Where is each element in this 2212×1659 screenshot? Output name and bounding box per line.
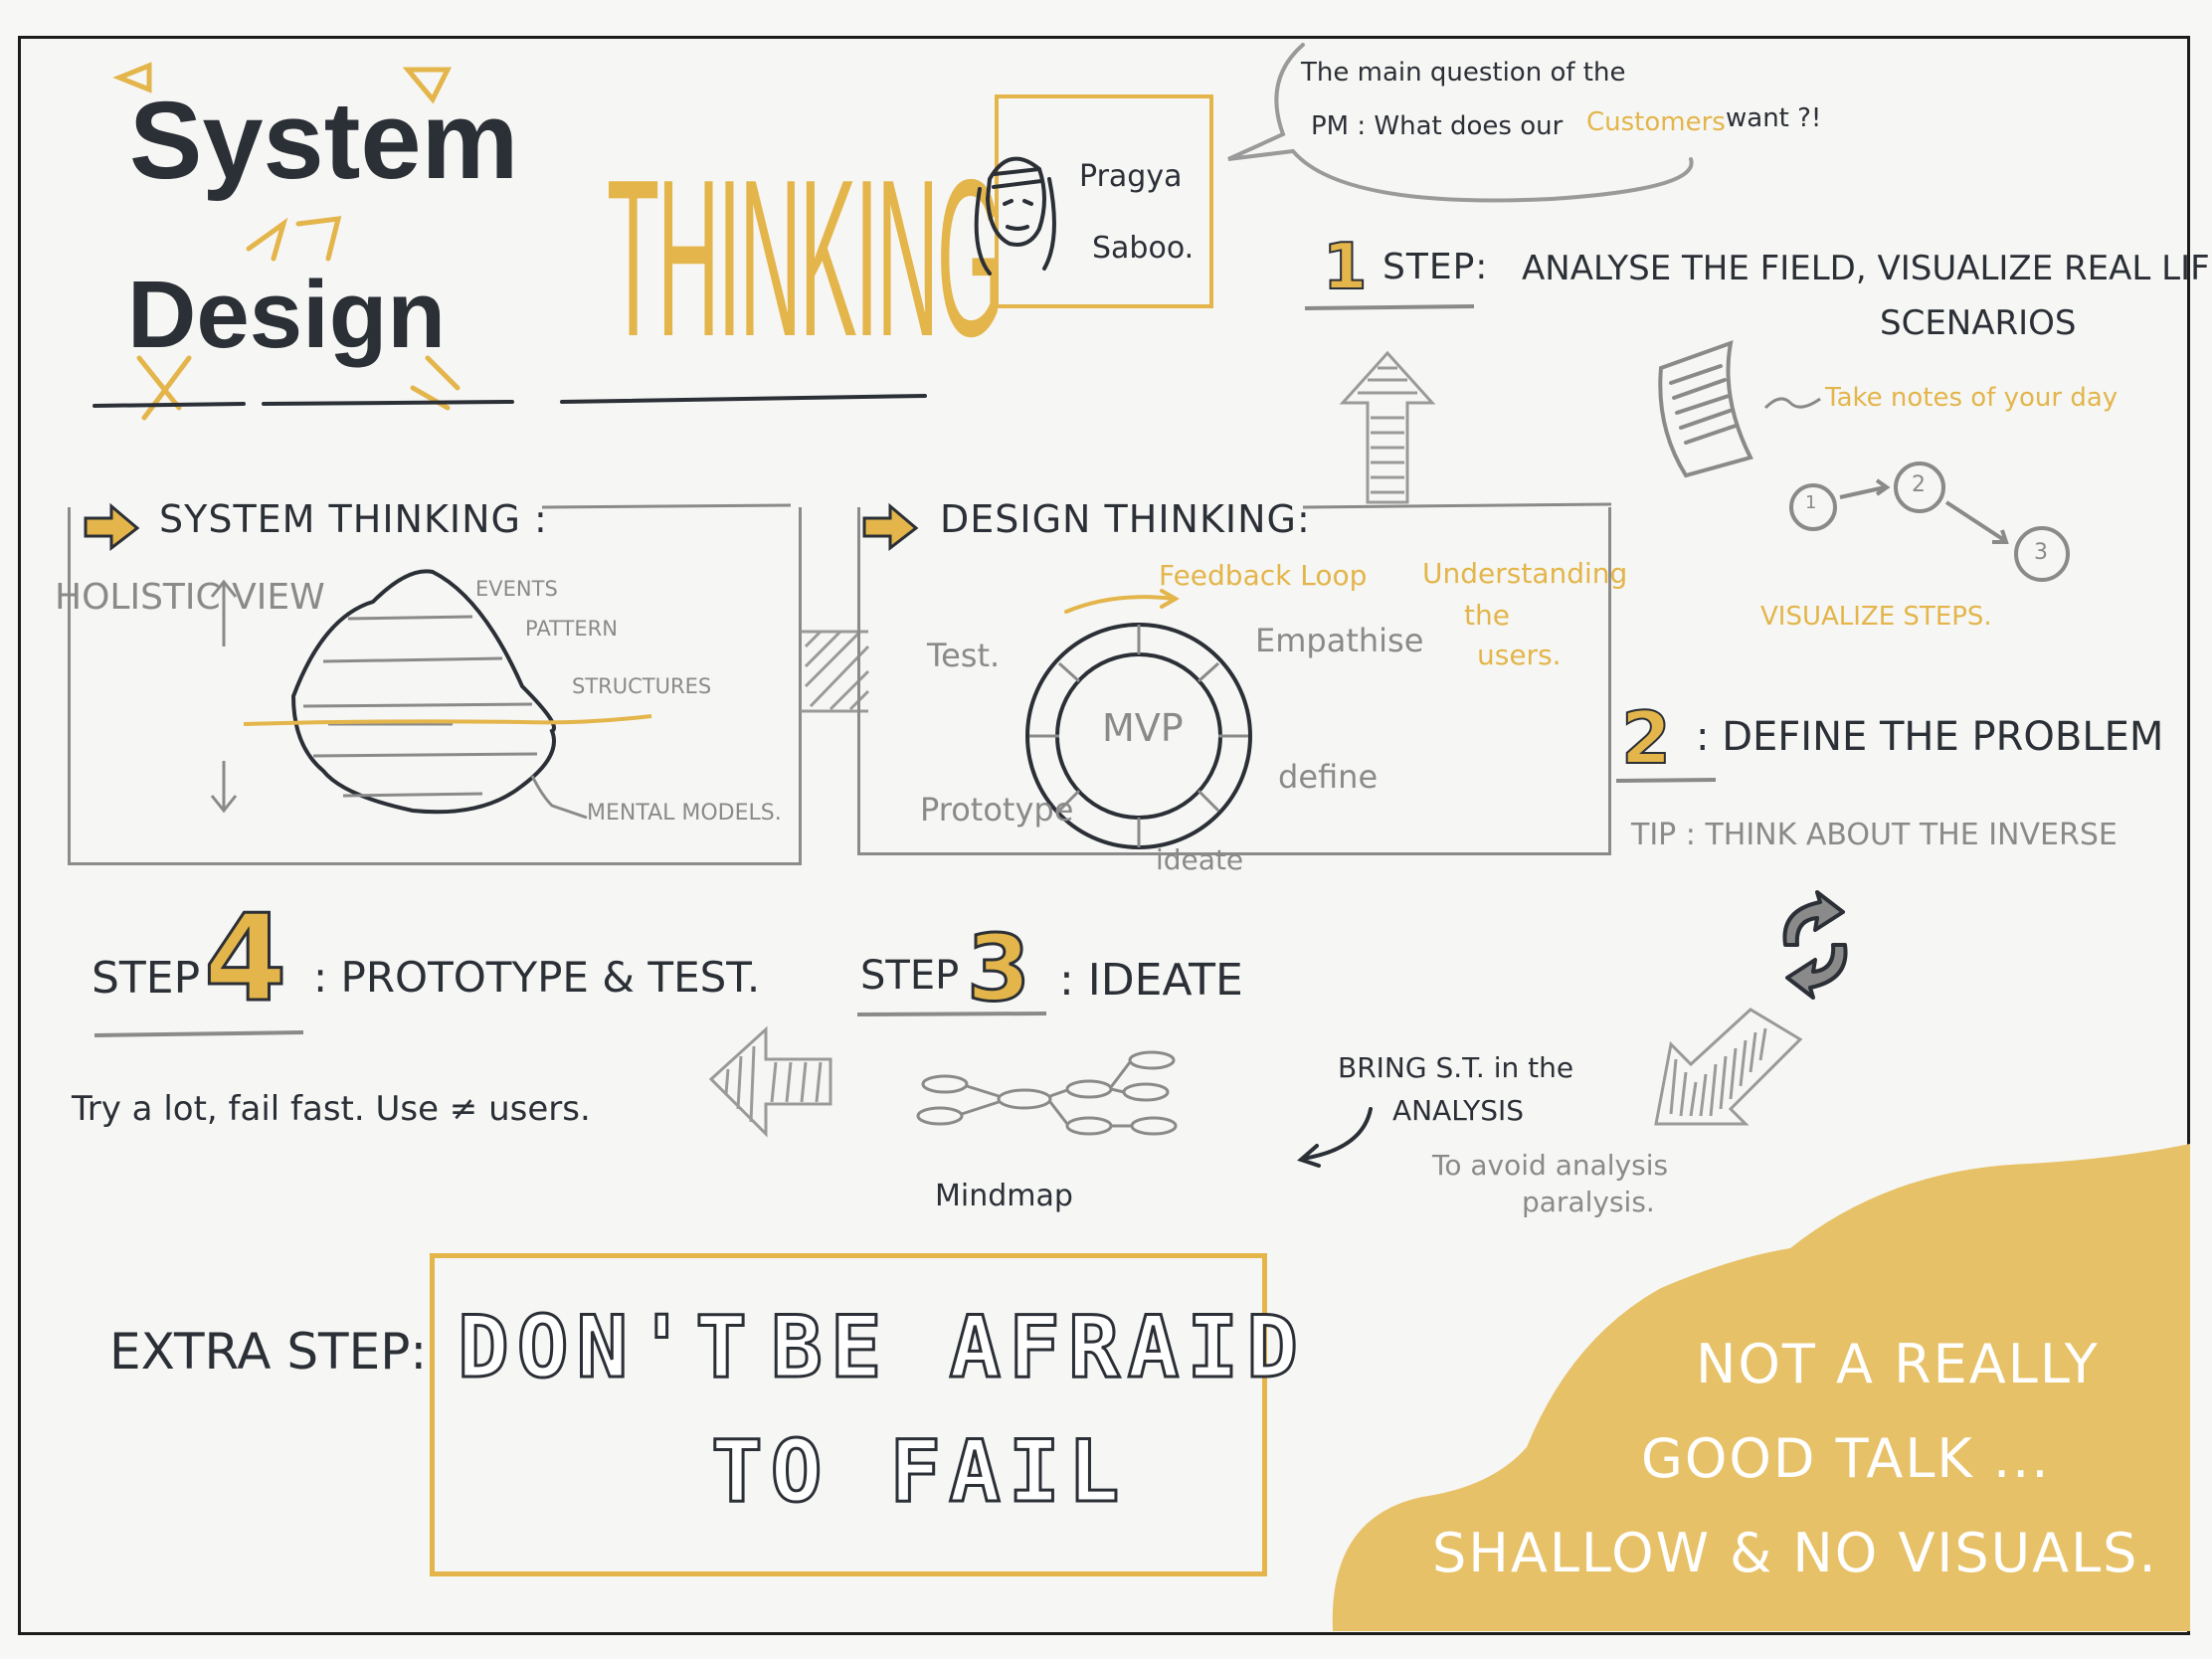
extra-line1-dont: DON'T xyxy=(457,1297,755,1399)
title-system: System xyxy=(129,80,519,202)
arrow-up-icon xyxy=(1339,350,1436,504)
title-thinking: THINKING xyxy=(607,132,1004,383)
step1-label: STEP: xyxy=(1382,247,1489,287)
understanding-the: the xyxy=(1464,599,1510,632)
feedback-loop-label: Feedback Loop xyxy=(1159,559,1368,592)
verdict-line3: SHALLOW & NO VISUALS. xyxy=(1432,1522,2158,1584)
step1-text-line1: ANALYSE THE FIELD, VISUALIZE REAL LIFE xyxy=(1522,249,2212,288)
step4-underline xyxy=(93,1030,304,1037)
verdict-line2: GOOD TALK ... xyxy=(1641,1427,2051,1490)
extra-step-label: EXTRA STEP: xyxy=(109,1323,428,1381)
step3-label: : IDEATE xyxy=(1059,955,1243,1006)
arrow-left-icon xyxy=(708,1025,832,1138)
flow-node-1: 1 xyxy=(1805,492,1817,513)
question-line1: The main question of the xyxy=(1301,58,1626,88)
refresh-cycle-icon xyxy=(1782,890,1848,1000)
question-line2-start: PM : What does our xyxy=(1311,111,1564,141)
mvp-center-label: MVP xyxy=(1102,706,1184,750)
step3-prefix: STEP xyxy=(860,953,960,999)
speaker-first-name: Pragya xyxy=(1079,159,1183,194)
title-underline xyxy=(92,394,927,408)
speaker-portrait-icon xyxy=(974,156,1056,276)
step4-number: 4 xyxy=(203,889,288,1030)
step4-prefix: STEP xyxy=(92,953,201,1004)
phase-test: Test. xyxy=(927,637,1001,674)
step2-label: : DEFINE THE PROBLEM xyxy=(1696,714,2164,760)
step3-number: 3 xyxy=(965,914,1031,1023)
flow-node-3: 3 xyxy=(2034,540,2048,565)
step2-tip: TIP : THINK ABOUT THE INVERSE xyxy=(1631,818,2118,852)
step1-visualize: VISUALIZE STEPS. xyxy=(1760,602,1992,632)
phase-empathise: Empathise xyxy=(1255,622,1424,659)
iceberg-pattern: PATTERN xyxy=(525,617,618,641)
step2-number: 2 xyxy=(1620,695,1672,781)
notes-squiggle xyxy=(1763,397,1821,410)
step1-underline xyxy=(1304,304,1475,310)
step1-text-line2: SCENARIOS xyxy=(1880,303,2077,343)
phase-ideate: ideate xyxy=(1156,843,1244,876)
flow-node-2: 2 xyxy=(1912,472,1926,497)
step4-text: Try a lot, fail fast. Use ≠ users. xyxy=(72,1089,591,1129)
step4-label: : PROTOTYPE & TEST. xyxy=(313,953,761,1002)
extra-line2: TO FAIL xyxy=(709,1421,1128,1524)
phase-prototype: Prototype xyxy=(920,791,1074,829)
notes-document-icon xyxy=(1658,339,1753,478)
question-customers: Customers xyxy=(1586,107,1726,137)
iceberg-events: EVENTS xyxy=(475,577,558,601)
step1-number: 1 xyxy=(1322,230,1369,305)
design-thinking-panel-top xyxy=(1302,502,1612,509)
steps-flow-diagram xyxy=(1789,461,2070,582)
arrow-down-left-icon xyxy=(1654,1008,1803,1126)
step1-notes: Take notes of your day xyxy=(1825,383,2119,413)
bring-st-line1: BRING S.T. in the xyxy=(1338,1051,1574,1084)
verdict-line1: NOT A REALLY xyxy=(1696,1333,2100,1395)
step3-underline xyxy=(856,1012,1047,1016)
understanding-users: users. xyxy=(1477,639,1562,671)
iceberg-structures: STRUCTURES xyxy=(572,674,712,698)
step2-underline xyxy=(1615,778,1717,783)
extra-line1-be-afraid: BE AFRAID xyxy=(770,1297,1306,1399)
bring-st-line2: ANALYSIS xyxy=(1392,1094,1525,1127)
understanding-label: Understanding xyxy=(1422,557,1628,590)
phase-define: define xyxy=(1278,758,1379,796)
iceberg-mental-models: MENTAL MODELS. xyxy=(587,801,782,826)
speaker-last-name: Saboo. xyxy=(1092,231,1195,266)
mindmap-icon xyxy=(916,1050,1178,1136)
mindmap-label: Mindmap xyxy=(935,1179,1073,1213)
question-line2-end: want ?! xyxy=(1726,103,1822,133)
title-design: Design xyxy=(127,262,447,368)
